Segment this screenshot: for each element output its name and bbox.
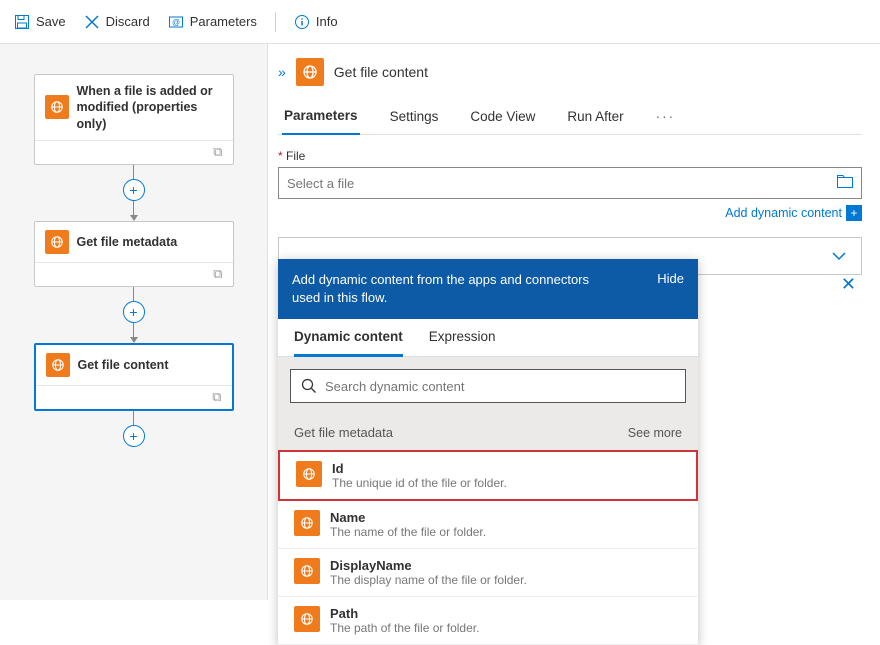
add-step-button[interactable]: +: [123, 179, 145, 201]
action-card-metadata[interactable]: Get file metadata ⧉: [34, 221, 234, 287]
discard-button[interactable]: Discard: [84, 14, 150, 30]
sharepoint-icon: [46, 353, 70, 377]
section-header: Get file metadata See more: [278, 415, 698, 450]
tab-runafter[interactable]: Run After: [565, 103, 625, 134]
sharepoint-icon: [45, 95, 69, 119]
dynamic-content-popover: Add dynamic content from the apps and co…: [278, 259, 698, 645]
tab-overflow[interactable]: ···: [654, 103, 678, 134]
sharepoint-icon: [296, 461, 322, 487]
search-input[interactable]: [290, 369, 686, 403]
save-button[interactable]: Save: [14, 14, 66, 30]
add-step-button[interactable]: +: [123, 425, 145, 447]
tab-settings[interactable]: Settings: [388, 103, 441, 134]
tab-dynamic-content[interactable]: Dynamic content: [294, 329, 403, 357]
designer-canvas: When a file is added or modified (proper…: [0, 44, 268, 600]
info-icon: [294, 14, 310, 30]
search-icon: [301, 378, 317, 394]
parameters-button[interactable]: @ Parameters: [168, 14, 257, 30]
popover-banner: Add dynamic content from the apps and co…: [278, 259, 698, 319]
search-field[interactable]: [325, 379, 675, 394]
panel-title: Get file content: [334, 64, 428, 80]
tab-codeview[interactable]: Code View: [468, 103, 537, 134]
action-card-content[interactable]: Get file content ⧉: [34, 343, 234, 411]
parameters-icon: @: [168, 14, 184, 30]
sharepoint-icon: [294, 510, 320, 536]
add-step-button[interactable]: +: [123, 301, 145, 323]
collapse-panel-button[interactable]: »: [278, 64, 286, 80]
dynamic-item-path[interactable]: PathThe path of the file or folder.: [278, 597, 698, 645]
hide-banner-button[interactable]: Hide: [657, 271, 684, 286]
close-icon[interactable]: ✕: [841, 274, 856, 295]
results-scroll[interactable]: Get file metadata See more IdThe unique …: [278, 415, 698, 645]
see-more-link[interactable]: See more: [628, 426, 682, 440]
sharepoint-icon: [45, 230, 69, 254]
svg-text:@: @: [172, 18, 180, 27]
chevron-down-icon: [831, 251, 847, 261]
sharepoint-icon: [294, 558, 320, 584]
discard-icon: [84, 14, 100, 30]
card-title: Get file content: [78, 357, 169, 373]
plus-badge: +: [846, 205, 862, 221]
save-label: Save: [36, 14, 66, 29]
sharepoint-icon: [294, 606, 320, 632]
dynamic-item-name[interactable]: NameThe name of the file or folder.: [278, 501, 698, 549]
link-icon: ⧉: [213, 144, 222, 160]
tab-parameters[interactable]: Parameters: [282, 102, 360, 135]
info-button[interactable]: Info: [294, 14, 338, 30]
file-placeholder: Select a file: [287, 176, 837, 191]
link-icon: ⧉: [213, 266, 222, 282]
info-label: Info: [316, 14, 338, 29]
file-input[interactable]: Select a file: [278, 167, 862, 199]
file-field-label: * File: [278, 149, 862, 163]
card-title: Get file metadata: [77, 234, 178, 250]
sharepoint-icon: [296, 58, 324, 86]
trigger-card[interactable]: When a file is added or modified (proper…: [34, 74, 234, 165]
discard-label: Discard: [106, 14, 150, 29]
link-icon: ⧉: [212, 389, 221, 405]
dynamic-item-displayname[interactable]: DisplayNameThe display name of the file …: [278, 549, 698, 597]
panel-tabs: Parameters Settings Code View Run After …: [278, 102, 862, 135]
command-bar: Save Discard @ Parameters Info: [0, 0, 880, 44]
dynamic-item-id[interactable]: IdThe unique id of the file or folder.: [278, 450, 698, 501]
card-title: When a file is added or modified (proper…: [77, 83, 223, 132]
tab-expression[interactable]: Expression: [429, 329, 496, 356]
parameters-label: Parameters: [190, 14, 257, 29]
save-icon: [14, 14, 30, 30]
popover-tabs: Dynamic content Expression: [278, 319, 698, 357]
add-dynamic-content-link[interactable]: Add dynamic content+: [278, 205, 862, 221]
toolbar-separator: [275, 12, 276, 32]
folder-picker-button[interactable]: [837, 175, 853, 192]
details-panel: » Get file content Parameters Settings C…: [268, 44, 880, 600]
